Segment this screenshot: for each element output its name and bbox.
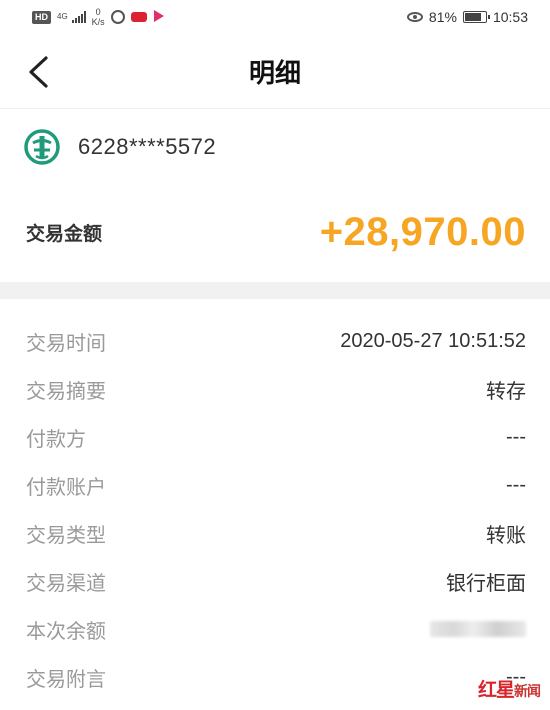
detail-value: 银行柜面 <box>446 572 526 595</box>
detail-row-summary: 交易摘要 转存 <box>0 365 550 413</box>
detail-row-memo: 交易附言 --- <box>0 653 550 701</box>
network-speed: 0 K/s <box>92 7 105 27</box>
watermark-logo: 红星新闻 <box>477 675 541 702</box>
watermark-text: 红星 <box>477 679 515 701</box>
hd-badge: HD <box>32 10 51 24</box>
nav-bar: 明细 <box>0 34 550 108</box>
battery-percent: 81% <box>428 9 457 25</box>
chevron-left-icon <box>29 56 48 88</box>
detail-label: 交易渠道 <box>26 570 106 595</box>
detail-row-time: 交易时间 2020-05-27 10:51:52 <box>0 317 550 365</box>
clock: 10:53 <box>492 9 528 25</box>
detail-value: --- <box>506 425 526 448</box>
detail-value: 2020-05-27 10:51:52 <box>340 329 526 352</box>
amount-value: +28,970.00 <box>319 209 526 254</box>
detail-value: 转存 <box>486 380 526 403</box>
detail-row-payer-account: 付款账户 --- <box>0 461 550 509</box>
blurred-balance-value <box>430 621 526 637</box>
notification-news-icon <box>130 12 147 22</box>
back-button[interactable] <box>18 52 58 92</box>
detail-value: 转账 <box>486 524 526 547</box>
detail-label: 付款方 <box>26 426 86 451</box>
detail-label: 本次余额 <box>26 618 106 643</box>
detail-label: 付款账户 <box>26 474 106 499</box>
details-list: 交易时间 2020-05-27 10:51:52 交易摘要 转存 付款方 ---… <box>0 317 550 701</box>
detail-value: --- <box>506 473 526 496</box>
status-bar-right: 81% 10:53 <box>406 9 528 25</box>
bank-logo-icon <box>24 128 60 165</box>
detail-label: 交易时间 <box>26 330 106 355</box>
detail-row-payer: 付款方 --- <box>0 413 550 461</box>
watermark-suffix: 新闻 <box>514 684 541 700</box>
signal-icon <box>71 11 86 23</box>
eye-comfort-icon <box>406 12 423 22</box>
status-bar: HD 4G 0 K/s 81% 10:53 <box>0 0 550 34</box>
account-number: 6228****5572 <box>78 133 217 159</box>
detail-label: 交易类型 <box>26 522 106 547</box>
detail-row-type: 交易类型 转账 <box>0 509 550 557</box>
status-bar-left: HD 4G 0 K/s <box>32 7 165 27</box>
amount-label: 交易金额 <box>26 222 103 245</box>
amount-row: 交易金额 +28,970.00 <box>0 184 550 280</box>
detail-label: 交易附言 <box>26 666 106 691</box>
network-type: 4G <box>57 12 68 21</box>
speed-unit: K/s <box>91 17 105 27</box>
notification-app-icon <box>110 10 125 24</box>
detail-label: 交易摘要 <box>26 378 106 403</box>
detail-row-balance: 本次余额 <box>0 605 550 653</box>
detail-row-channel: 交易渠道 银行柜面 <box>0 557 550 605</box>
play-icon <box>153 9 165 26</box>
page-title: 明细 <box>248 58 301 89</box>
speed-value: 0 <box>95 7 101 17</box>
battery-icon <box>462 11 490 23</box>
section-divider <box>0 282 550 299</box>
account-row: 6228****5572 <box>0 108 550 184</box>
